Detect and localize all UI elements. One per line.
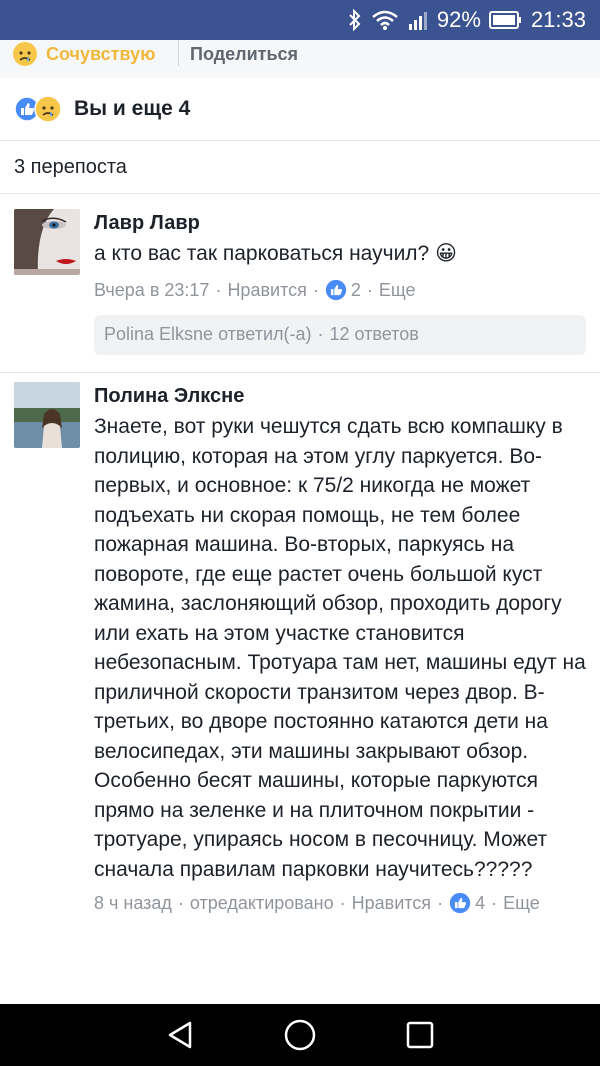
reposts-link[interactable]: 3 перепоста xyxy=(0,141,600,194)
replies-count: 12 ответов xyxy=(329,324,419,344)
replies-preview[interactable]: Polina Elksne ответил(-а) · 12 ответов xyxy=(94,314,586,355)
more-button[interactable]: Еще xyxy=(503,890,540,916)
divider xyxy=(178,40,179,66)
comment-author[interactable]: Лавр Лавр xyxy=(94,209,586,237)
comment-text: Знаете, вот руки чешутся сдать всю компа… xyxy=(94,415,586,881)
comment: Лавр Лавр а кто вас так парковаться науч… xyxy=(0,195,600,373)
like-button[interactable]: Нравится xyxy=(227,277,306,303)
reposts-label: 3 перепоста xyxy=(14,155,127,178)
sympathy-button[interactable]: Сочувствую xyxy=(12,40,155,68)
bluetooth-icon xyxy=(349,9,361,31)
back-icon xyxy=(168,1021,192,1049)
edited-label[interactable]: отредактировано xyxy=(190,890,334,916)
replies-author: Polina Elksne ответил(-а) xyxy=(104,324,312,344)
navigation-bar xyxy=(0,1004,600,1066)
battery-percent: 92% xyxy=(436,7,481,32)
comment: Полина Элксне Знаете, вот руки чешутся с… xyxy=(0,374,600,1004)
post-actions-bar: Сочувствую Поделиться xyxy=(0,40,600,78)
avatar[interactable] xyxy=(14,382,80,448)
recents-button[interactable] xyxy=(400,1015,440,1055)
share-button[interactable]: Поделиться xyxy=(190,40,298,68)
battery-icon xyxy=(488,11,521,29)
comment-author[interactable]: Полина Элксне xyxy=(94,382,586,410)
sad-icon xyxy=(34,95,62,123)
comment-meta: Вчера в 23:17 · Нравится · 2 · Еще xyxy=(94,277,586,303)
back-button[interactable] xyxy=(160,1015,200,1055)
like-count[interactable]: 4 xyxy=(475,890,485,916)
share-label: Поделиться xyxy=(190,43,299,64)
sad-icon xyxy=(13,42,37,66)
home-button[interactable] xyxy=(280,1015,320,1055)
like-count[interactable]: 2 xyxy=(351,277,361,303)
comment-body: Лавр Лавр а кто вас так парковаться науч… xyxy=(94,209,586,355)
reaction-icons xyxy=(14,95,62,123)
status-bar: 92% 21:33 xyxy=(0,0,600,40)
like-button[interactable]: Нравится xyxy=(352,890,431,916)
home-icon xyxy=(284,1019,316,1051)
more-button[interactable]: Еще xyxy=(379,277,416,303)
reactions-summary-text: Вы и еще 4 xyxy=(74,97,191,120)
recents-icon xyxy=(406,1021,434,1049)
status-icons: 92% 21:33 xyxy=(347,0,586,40)
like-icon xyxy=(449,892,471,914)
comment-body: Полина Элксне Знаете, вот руки чешутся с… xyxy=(94,382,586,916)
comment-meta: 8 ч назад · отредактировано · Нравится ·… xyxy=(94,890,586,916)
wifi-icon xyxy=(372,10,398,30)
like-icon xyxy=(325,279,347,300)
avatar[interactable] xyxy=(14,209,80,275)
signal-icon xyxy=(408,12,427,30)
clock: 21:33 xyxy=(530,7,586,32)
comment-time[interactable]: 8 ч назад xyxy=(94,890,172,916)
comment-text: а кто вас так парковаться научил? 😀 xyxy=(94,242,457,265)
reactions-summary[interactable]: Вы и еще 4 xyxy=(0,78,600,141)
comment-time[interactable]: Вчера в 23:17 xyxy=(94,277,209,303)
sympathy-label: Сочувствую xyxy=(46,43,156,64)
